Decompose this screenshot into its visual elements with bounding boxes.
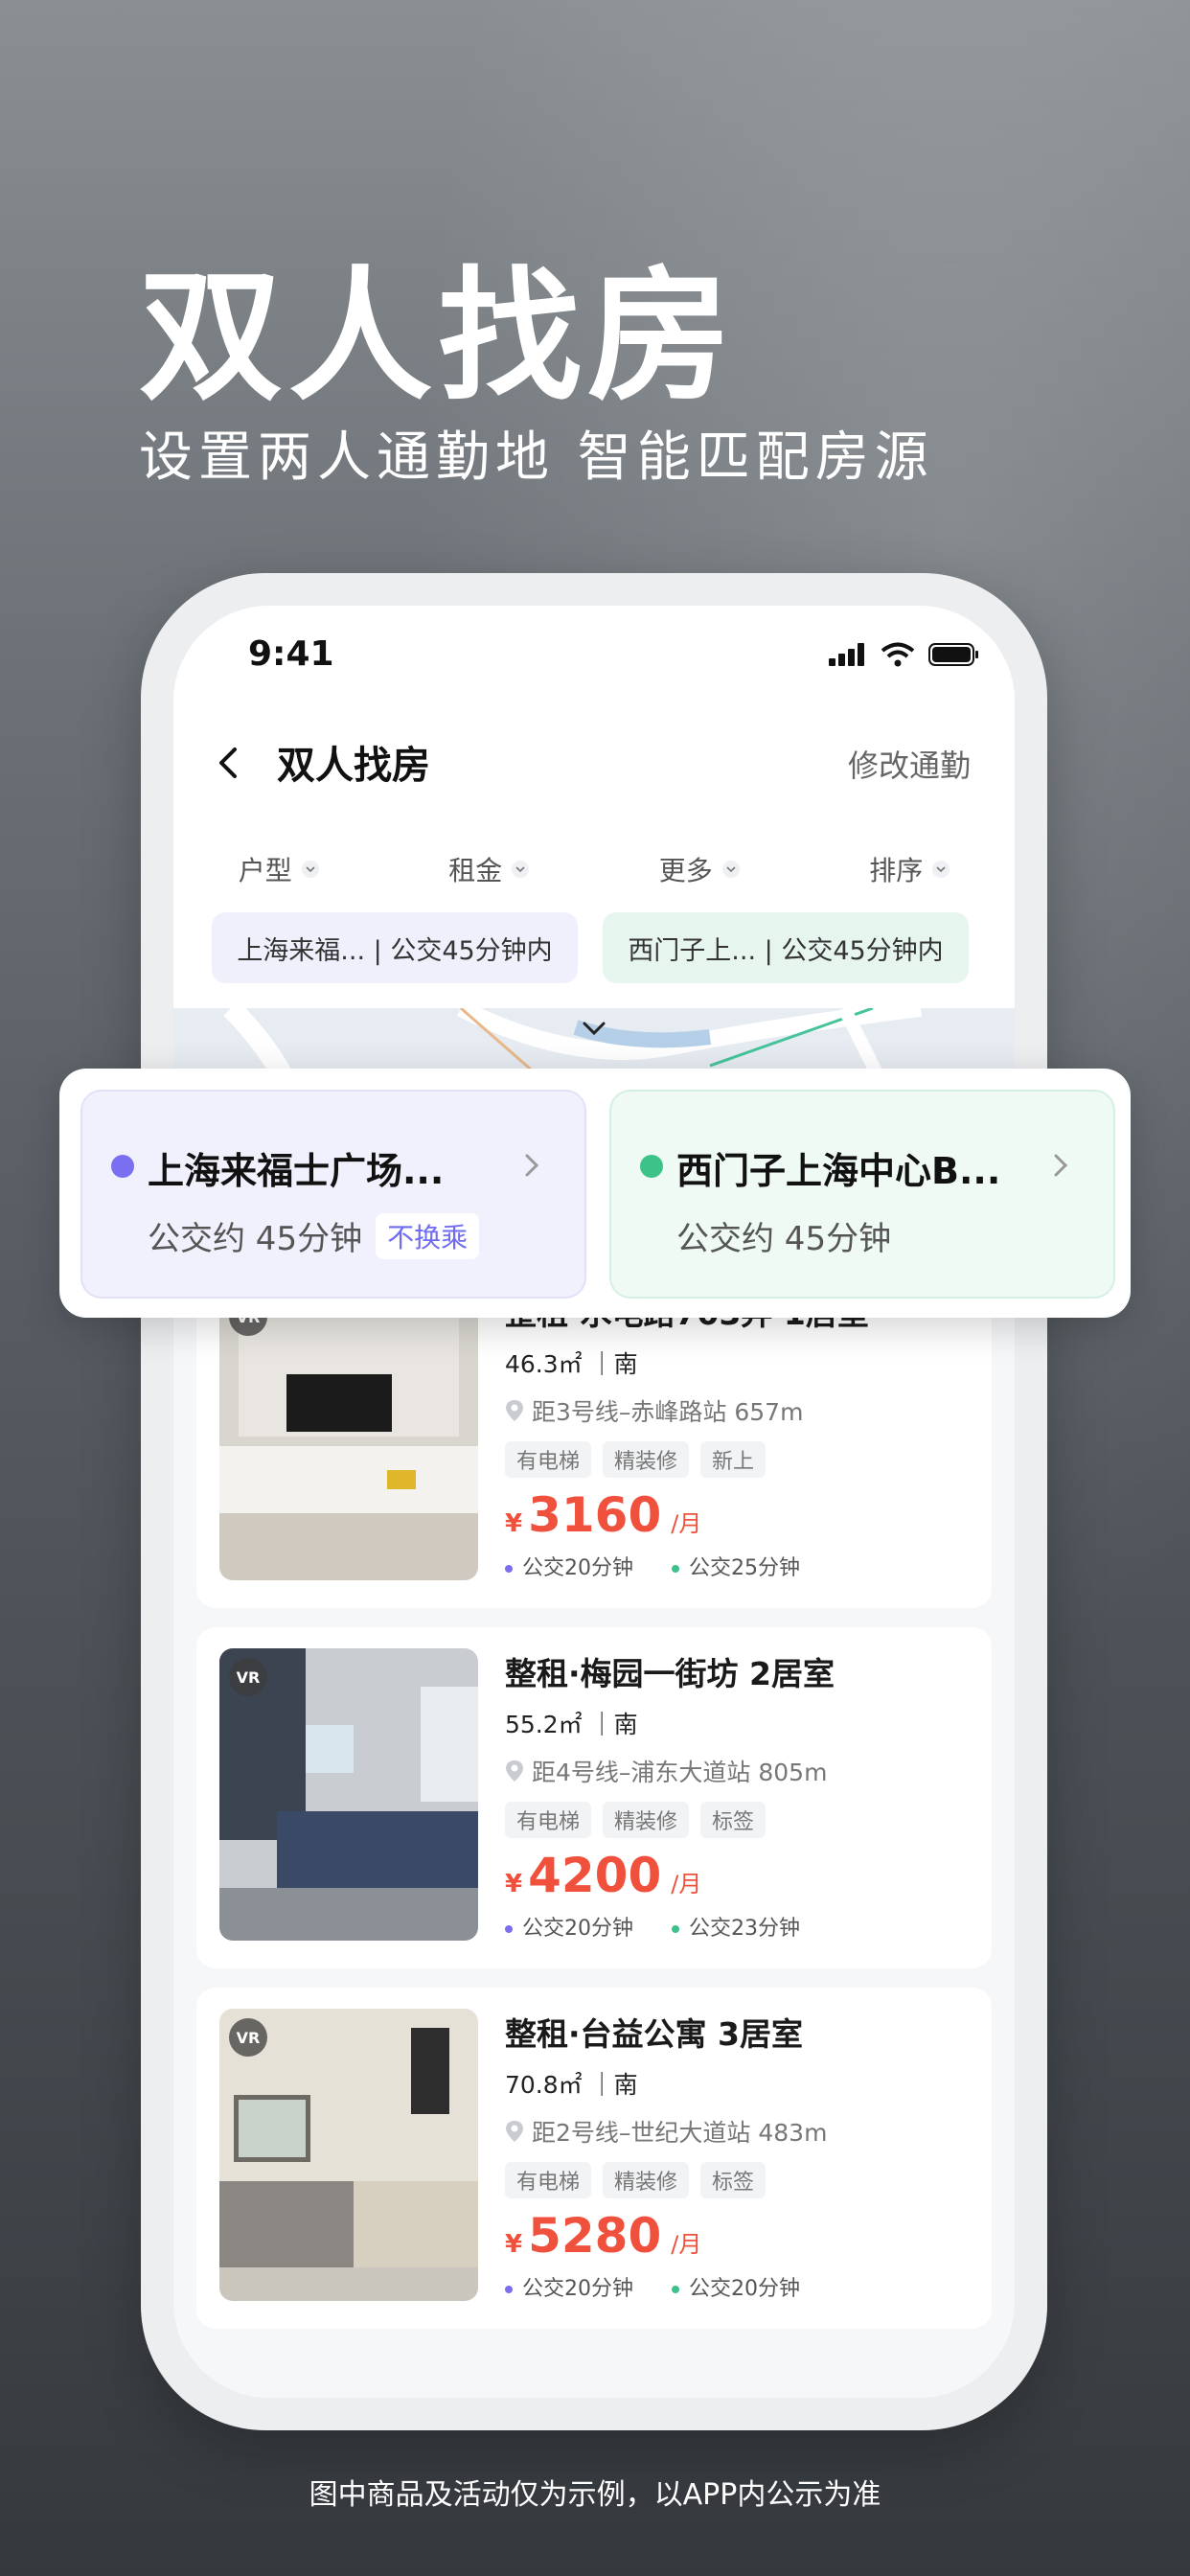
chevron-down-icon: [932, 861, 950, 878]
listing-title: 整租·梅园一街坊 2居室: [505, 1655, 835, 1692]
listing-price: 4200: [528, 1848, 662, 1903]
listing-area: 70.8㎡ ｜南: [505, 2071, 638, 2099]
listing-photo: VR: [219, 1648, 478, 1941]
listing-photo: VR: [219, 2009, 478, 2301]
listing-price: 3160: [528, 1487, 662, 1543]
currency-symbol: ¥: [505, 2230, 523, 2259]
destination-dot: [640, 1155, 663, 1178]
price-unit: /月: [671, 1510, 702, 1537]
listing-tag: 精装修: [603, 1441, 690, 1478]
listing-tag: 精装修: [603, 2162, 690, 2198]
destination-name: 上海来福士广场...: [148, 1150, 445, 1192]
collapse-chevron-icon[interactable]: [580, 1014, 608, 1043]
listing-area: 55.2㎡ ｜南: [505, 1711, 638, 1738]
phone-frame: 9:41 双人找房 修改通勤 户型 租金 更多 排序 上海来福... | 公交4…: [141, 573, 1047, 2430]
hero-subtitle: 设置两人通勤地 智能匹配房源: [139, 426, 934, 489]
commute-b: 公交20分钟: [672, 2271, 800, 2302]
page-title: 双人找房: [277, 744, 430, 788]
commute-chip-a[interactable]: 上海来福... | 公交45分钟内: [212, 912, 578, 983]
listing-metro: 距3号线–赤峰路站 657m: [532, 1398, 804, 1426]
destination-overlay: 上海来福士广场... 公交约 45分钟 不换乘 西门子上海中心B... 公交约 …: [59, 1069, 1131, 1318]
price-unit: /月: [671, 2231, 702, 2258]
listing-metro: 距2号线–世纪大道站 483m: [532, 2119, 828, 2147]
filter-label: 更多: [658, 855, 713, 886]
status-bar: 9:41: [173, 606, 1015, 711]
commute-a: 公交20分钟: [505, 1911, 633, 1942]
commute-chip-row: 上海来福... | 公交45分钟内 西门子上... | 公交45分钟内: [173, 903, 1015, 1008]
listing-title: 整租·台益公寓 3居室: [505, 2015, 803, 2053]
commute-a: 公交20分钟: [505, 2271, 633, 2302]
listing-photo: VR: [219, 1288, 478, 1580]
currency-symbol: ¥: [505, 1870, 523, 1898]
wifi-icon: [881, 642, 915, 667]
listing-tag: 标签: [700, 2162, 767, 2198]
location-pin-icon: [506, 2121, 523, 2142]
commute-b: 公交23分钟: [672, 1911, 800, 1942]
destination-commute: 公交约 45分钟: [148, 1220, 363, 1258]
listing-card[interactable]: VR 整租·梅园一街坊 2居室 55.2㎡ ｜南 距4号线–浦东大道站 805m…: [196, 1627, 992, 1968]
vr-badge: VR: [229, 2018, 267, 2057]
listing-tag: 新上: [700, 1441, 767, 1478]
phone-screen: 9:41 双人找房 修改通勤 户型 租金 更多 排序 上海来福... | 公交4…: [173, 606, 1015, 2398]
listing-tag: 有电梯: [505, 2162, 592, 2198]
hero-title: 双人找房: [139, 254, 738, 421]
listing-tag: 有电梯: [505, 1441, 592, 1478]
commute-a: 公交20分钟: [505, 1551, 633, 1581]
back-arrow-icon[interactable]: [210, 744, 248, 782]
commute-chip-b[interactable]: 西门子上... | 公交45分钟内: [603, 912, 969, 983]
commute-b: 公交25分钟: [672, 1551, 800, 1581]
battery-icon: [928, 643, 978, 666]
edit-commute-button[interactable]: 修改通勤: [848, 742, 971, 786]
destination-commute: 公交约 45分钟: [676, 1220, 892, 1258]
chevron-right-icon: [1054, 1154, 1068, 1177]
location-pin-icon: [506, 1400, 523, 1421]
listing-tag: 精装修: [603, 1802, 690, 1838]
listing-area: 46.3㎡ ｜南: [505, 1350, 638, 1378]
listing-card[interactable]: VR 整租·水电路703弄 1居室 46.3㎡ ｜南 距3号线–赤峰路站 657…: [196, 1267, 992, 1608]
listing-metro: 距4号线–浦东大道站 805m: [532, 1759, 828, 1786]
filter-label: 排序: [869, 855, 924, 886]
vr-badge: VR: [229, 1658, 267, 1696]
location-pin-icon: [506, 1760, 523, 1782]
destination-dot: [111, 1155, 134, 1178]
signal-icon: [829, 643, 864, 666]
currency-symbol: ¥: [505, 1509, 523, 1538]
price-unit: /月: [671, 1871, 702, 1898]
listing-tag: 标签: [700, 1802, 767, 1838]
listing-list: VR 整租·水电路703弄 1居室 46.3㎡ ｜南 距3号线–赤峰路站 657…: [196, 1267, 992, 2348]
filter-label: 租金: [448, 855, 503, 886]
chevron-down-icon: [301, 861, 319, 878]
chevron-down-icon: [721, 861, 740, 878]
no-transfer-badge: 不换乘: [376, 1212, 480, 1259]
filter-label: 户型: [238, 855, 292, 886]
destination-card-b[interactable]: 西门子上海中心B... 公交约 45分钟: [609, 1090, 1115, 1299]
listing-price: 5280: [528, 2208, 662, 2264]
chevron-right-icon: [525, 1154, 539, 1177]
status-time: 9:41: [248, 634, 334, 674]
listing-tag: 有电梯: [505, 1802, 592, 1838]
listing-card[interactable]: VR 整租·台益公寓 3居室 70.8㎡ ｜南 距2号线–世纪大道站 483m …: [196, 1988, 992, 2329]
destination-card-a[interactable]: 上海来福士广场... 公交约 45分钟 不换乘: [80, 1090, 586, 1299]
destination-name: 西门子上海中心B...: [676, 1150, 1001, 1192]
nav-bar: 双人找房 修改通勤: [173, 711, 1015, 816]
disclaimer-text: 图中商品及活动仅为示例，以APP内公示为准: [309, 2478, 881, 2512]
chevron-down-icon: [512, 861, 530, 878]
